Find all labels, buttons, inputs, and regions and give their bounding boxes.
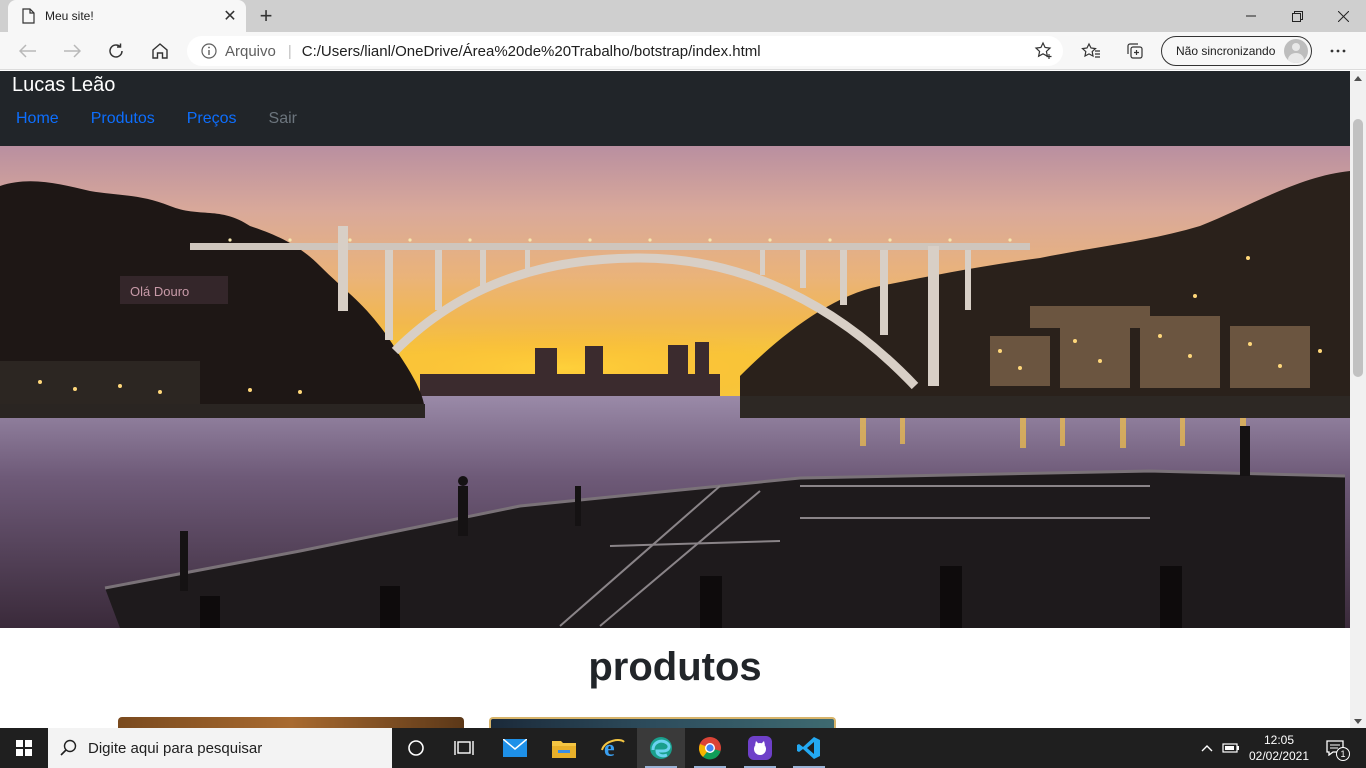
add-favorite-icon[interactable] <box>1030 37 1058 65</box>
nav-link-precos[interactable]: Preços <box>171 109 253 129</box>
site-brand[interactable]: Lucas Leão <box>12 74 115 97</box>
clock-time: 12:05 <box>1263 733 1295 747</box>
hillside-sign-text: Olá Douro <box>130 284 189 299</box>
omnibox-divider: | <box>287 42 292 60</box>
browser-toolbar: Arquivo | C:/Users/lianl/OneDrive/Área%2… <box>0 32 1366 70</box>
tab-title: Meu site! <box>45 9 94 23</box>
hero-image: Olá Douro <box>0 146 1350 628</box>
nav-link-home[interactable]: Home <box>0 109 75 129</box>
task-view-icon[interactable] <box>440 728 488 768</box>
page-icon <box>22 8 35 24</box>
sync-button[interactable]: Não sincronizando <box>1161 36 1312 66</box>
browser-tab[interactable]: Meu site! ✕ <box>8 0 246 32</box>
scroll-down-icon[interactable] <box>1354 719 1362 724</box>
file-explorer-icon[interactable] <box>540 728 588 768</box>
avatar <box>1284 39 1308 63</box>
site-navbar: Lucas Leão Home Produtos Preços Sair <box>0 71 1350 146</box>
forward-icon[interactable] <box>58 37 86 65</box>
favorites-icon[interactable] <box>1077 37 1105 65</box>
home-icon[interactable] <box>146 37 174 65</box>
restore-icon[interactable] <box>1274 0 1320 32</box>
scroll-up-icon[interactable] <box>1354 76 1362 81</box>
sync-label: Não sincronizando <box>1176 44 1276 58</box>
windows-taskbar: Digite aqui para pesquisar e 12:05 02/02… <box>0 728 1366 768</box>
search-icon <box>60 739 77 756</box>
page-viewport: Lucas Leão Home Produtos Preços Sair Olá… <box>0 71 1350 728</box>
taskbar-search-placeholder: Digite aqui para pesquisar <box>88 739 263 757</box>
minimize-icon[interactable] <box>1228 0 1274 32</box>
show-hidden-icons-icon[interactable] <box>1196 728 1218 768</box>
collections-icon[interactable] <box>1121 37 1149 65</box>
product-card-image <box>489 717 836 728</box>
close-window-icon[interactable] <box>1320 0 1366 32</box>
vscode-icon[interactable] <box>785 728 833 768</box>
close-tab-icon[interactable]: ✕ <box>222 8 238 25</box>
back-icon[interactable] <box>14 37 42 65</box>
section-title: produtos <box>588 645 762 689</box>
svg-text:e: e <box>604 736 615 760</box>
clock-date: 02/02/2021 <box>1248 749 1310 763</box>
edge-icon[interactable] <box>637 728 685 768</box>
scheme-label: Arquivo <box>225 42 276 60</box>
windows-start-icon[interactable] <box>0 728 48 768</box>
internet-explorer-icon[interactable]: e <box>589 728 637 768</box>
tab-strip: Meu site! ✕ + <box>0 0 1366 32</box>
scrollbar-thumb[interactable] <box>1353 119 1363 377</box>
refresh-icon[interactable] <box>102 37 130 65</box>
url-text[interactable]: C:/Users/lianl/OneDrive/Área%20de%20Trab… <box>302 43 761 60</box>
more-menu-icon[interactable] <box>1324 37 1352 65</box>
bridge-sunset-photo: Olá Douro <box>0 146 1350 628</box>
cortana-icon[interactable] <box>392 728 440 768</box>
info-icon[interactable] <box>201 43 217 59</box>
nav-link-produtos[interactable]: Produtos <box>75 109 171 129</box>
taskbar-search-input[interactable]: Digite aqui para pesquisar <box>48 728 392 768</box>
taskbar-clock[interactable]: 12:05 02/02/2021 <box>1248 732 1310 764</box>
new-tab-icon[interactable]: + <box>254 3 278 28</box>
product-card-image <box>118 717 464 728</box>
nav-links: Home Produtos Preços Sair <box>0 109 313 129</box>
page-scrollbar[interactable] <box>1350 71 1366 728</box>
mail-icon[interactable] <box>491 728 539 768</box>
github-desktop-icon[interactable] <box>736 728 784 768</box>
address-bar[interactable]: Arquivo | C:/Users/lianl/OneDrive/Área%2… <box>187 36 1063 66</box>
nav-link-sair[interactable]: Sair <box>253 109 313 129</box>
notification-count-badge: 1 <box>1336 747 1350 761</box>
chrome-icon[interactable] <box>686 728 734 768</box>
battery-icon[interactable] <box>1220 728 1242 768</box>
window-controls <box>1228 0 1366 32</box>
